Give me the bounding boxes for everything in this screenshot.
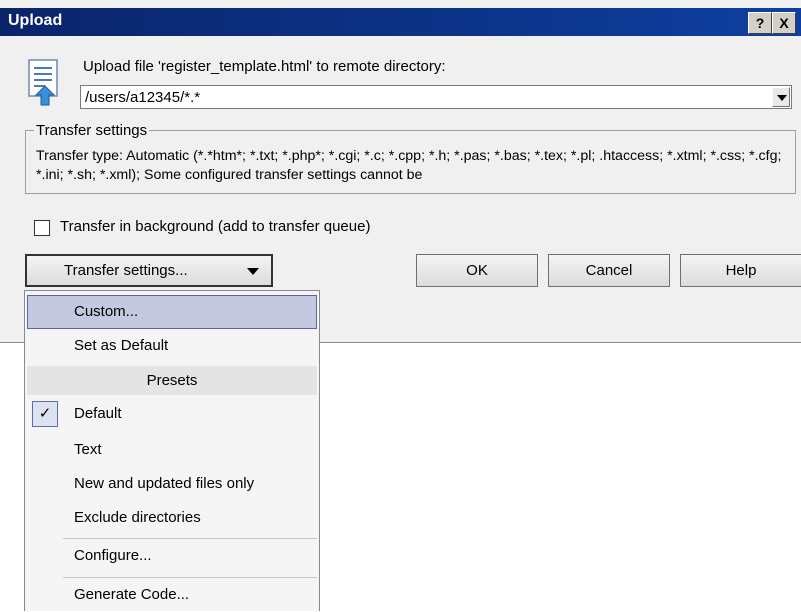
remote-directory-value[interactable]: /users/a12345/*.* [85, 89, 200, 106]
window-title: Upload [8, 12, 63, 29]
menu-item-default[interactable]: ✓ Default [27, 398, 317, 431]
help-title-button[interactable]: ? [748, 12, 772, 34]
transfer-settings-menu: Custom... Set as Default Presets ✓ Defau… [24, 290, 320, 611]
menu-item-new-updated-label: New and updated files only [74, 475, 255, 492]
menu-separator [63, 577, 317, 578]
cancel-button[interactable]: Cancel [548, 254, 670, 287]
transfer-settings-description: Transfer type: Automatic (*.*htm*; *.txt… [36, 148, 782, 183]
menu-item-exclude-directories[interactable]: Exclude directories [27, 502, 317, 535]
menu-presets-header-label: Presets [146, 372, 198, 389]
help-button[interactable]: Help [680, 254, 801, 287]
menu-item-text[interactable]: Text [27, 434, 317, 467]
menu-item-set-default-label: Set as Default [74, 337, 169, 354]
transfer-settings-button[interactable]: Transfer settings... [25, 254, 273, 287]
menu-separator [63, 538, 317, 539]
background-transfer-label[interactable]: Transfer in background (add to transfer … [60, 218, 370, 235]
menu-item-generate-code-label: Generate Code... [74, 586, 190, 603]
upload-directory-label: Upload file 'register_template.html' to … [83, 58, 446, 75]
checkmark-icon: ✓ [32, 401, 58, 427]
menu-item-exclude-directories-label: Exclude directories [74, 509, 201, 526]
transfer-settings-button-label: Transfer settings... [64, 262, 188, 279]
menu-item-custom-label: Custom... [74, 303, 139, 320]
menu-item-set-default[interactable]: Set as Default [27, 330, 317, 363]
menu-item-custom[interactable]: Custom... [27, 295, 317, 329]
menu-item-generate-code[interactable]: Generate Code... [27, 579, 317, 612]
upload-file-icon [28, 59, 58, 106]
menu-presets-header: Presets [27, 366, 317, 395]
caret-down-icon [247, 268, 259, 275]
remote-directory-combobox[interactable]: /users/a12345/*.* [80, 85, 792, 109]
menu-item-configure-label: Configure... [74, 547, 152, 564]
menu-item-configure[interactable]: Configure... [27, 540, 317, 573]
close-title-button[interactable]: X [772, 12, 796, 34]
chevron-down-icon[interactable] [772, 87, 790, 107]
menu-item-text-label: Text [74, 441, 102, 458]
background-transfer-checkbox[interactable] [34, 220, 50, 236]
transfer-settings-legend: Transfer settings [34, 122, 150, 139]
title-bar[interactable]: Upload ? X [0, 8, 801, 36]
ok-button[interactable]: OK [416, 254, 538, 287]
menu-item-default-label: Default [74, 405, 122, 422]
menu-item-new-updated[interactable]: New and updated files only [27, 468, 317, 501]
